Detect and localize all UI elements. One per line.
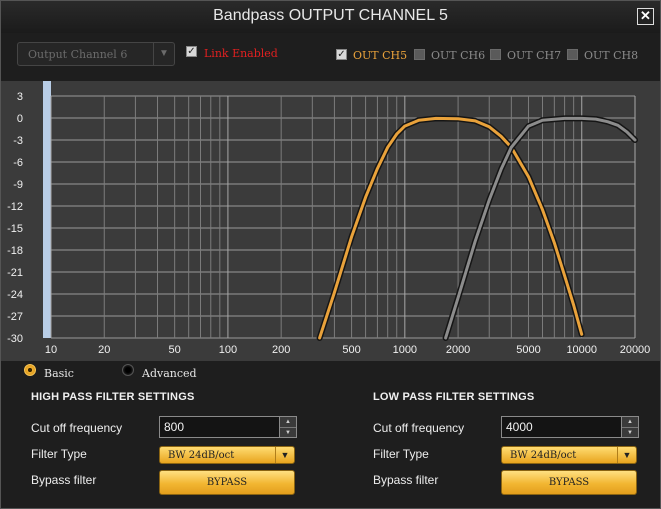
hp-filter-type-select[interactable]: BW 24dB/oct ▼ xyxy=(159,446,295,464)
y-tick-label: -21 xyxy=(7,267,23,279)
x-tick-label: 2000 xyxy=(446,344,470,356)
low-pass-heading: LOW PASS FILTER SETTINGS xyxy=(373,391,535,403)
lp-filter-type-value: BW 24dB/oct xyxy=(510,450,577,461)
y-tick-label: -9 xyxy=(13,179,23,191)
hp-filter-type-value: BW 24dB/oct xyxy=(168,450,235,461)
y-tick-label: -15 xyxy=(7,223,23,235)
out-ch7-label: OUT CH7 xyxy=(507,49,562,62)
y-tick-label: -18 xyxy=(7,245,23,257)
x-tick-label: 5000 xyxy=(516,344,540,356)
level-meter xyxy=(43,81,51,338)
lp-type-label: Filter Type xyxy=(373,447,429,461)
lp-cutoff-label: Cut off frequency xyxy=(373,421,465,435)
spin-down-icon[interactable]: ▼ xyxy=(280,428,296,438)
y-tick-label: -12 xyxy=(7,201,23,213)
x-tick-label: 50 xyxy=(169,344,181,356)
spin-up-icon[interactable]: ▲ xyxy=(280,417,296,428)
check-icon: ✓ xyxy=(187,46,196,57)
basic-label: Basic xyxy=(44,367,74,380)
out-ch5-checkbox[interactable]: ✓ xyxy=(336,49,347,60)
x-tick-label: 200 xyxy=(272,344,290,356)
link-enabled-checkbox[interactable]: ✓ xyxy=(186,46,197,57)
y-tick-label: -6 xyxy=(13,157,23,169)
y-tick-label: -30 xyxy=(7,333,23,345)
basic-radio[interactable] xyxy=(24,364,36,376)
out-ch6-label: OUT CH6 xyxy=(431,49,486,62)
check-icon: ✓ xyxy=(337,49,346,60)
hp-cutoff-stepper[interactable]: ▲ ▼ xyxy=(279,417,296,437)
lp-filter-type-select[interactable]: BW 24dB/oct ▼ xyxy=(501,446,637,464)
hp-bypass-button[interactable]: BYPASS xyxy=(159,470,295,495)
spin-down-icon[interactable]: ▼ xyxy=(622,428,638,438)
close-icon[interactable]: ✕ xyxy=(637,8,654,25)
y-tick-label: -24 xyxy=(7,289,23,301)
out-ch8-checkbox[interactable] xyxy=(567,49,578,60)
hp-cutoff-value: 800 xyxy=(164,420,185,434)
hp-cutoff-input[interactable]: 800 ▲ ▼ xyxy=(159,416,297,438)
x-tick-label: 10000 xyxy=(566,344,597,356)
out-ch5-label: OUT CH5 xyxy=(353,49,408,62)
high-pass-heading: HIGH PASS FILTER SETTINGS xyxy=(31,391,195,403)
x-tick-label: 20 xyxy=(98,344,110,356)
x-tick-label: 10 xyxy=(45,344,57,356)
out-ch8-label: OUT CH8 xyxy=(584,49,639,62)
lp-bypass-label: Bypass filter xyxy=(373,473,439,487)
chart-background xyxy=(1,81,660,361)
hp-bypass-label: Bypass filter xyxy=(31,473,97,487)
x-tick-label: 100 xyxy=(219,344,237,356)
y-tick-label: -3 xyxy=(13,135,23,147)
y-tick-label: 0 xyxy=(17,113,23,125)
x-tick-label: 500 xyxy=(342,344,360,356)
y-tick-label: 3 xyxy=(17,91,23,103)
title-bar[interactable]: Bandpass OUTPUT CHANNEL 5 ✕ xyxy=(1,1,660,33)
out-ch7-checkbox[interactable] xyxy=(490,49,501,60)
x-tick-label: 20000 xyxy=(620,344,651,356)
lp-bypass-button[interactable]: BYPASS xyxy=(501,470,637,495)
hp-type-label: Filter Type xyxy=(31,447,87,461)
spin-up-icon[interactable]: ▲ xyxy=(622,417,638,428)
out-ch6-checkbox[interactable] xyxy=(414,49,425,60)
chevron-down-icon: ▼ xyxy=(275,447,294,463)
chevron-down-icon: ▼ xyxy=(153,43,174,65)
lp-cutoff-value: 4000 xyxy=(506,420,533,434)
advanced-radio[interactable] xyxy=(122,364,134,376)
chevron-down-icon: ▼ xyxy=(617,447,636,463)
bandpass-dialog: Bandpass OUTPUT CHANNEL 5 ✕ Output Chann… xyxy=(0,0,661,509)
frequency-response-chart: 3 0 -3 -6 -9 -12 -15 -18 -21 -24 -27 -30 10 20 50 100 2… xyxy=(1,81,660,361)
y-tick-label: -27 xyxy=(7,311,23,323)
lp-cutoff-input[interactable]: 4000 ▲ ▼ xyxy=(501,416,639,438)
x-tick-label: 1000 xyxy=(393,344,417,356)
hp-cutoff-label: Cut off frequency xyxy=(31,421,123,435)
channel-select[interactable]: Output Channel 6 ▼ xyxy=(17,42,175,66)
channel-select-value: Output Channel 6 xyxy=(28,48,128,61)
lp-cutoff-stepper[interactable]: ▲ ▼ xyxy=(621,417,638,437)
advanced-label: Advanced xyxy=(142,367,197,380)
window-title: Bandpass OUTPUT CHANNEL 5 xyxy=(213,7,448,24)
link-enabled-label: Link Enabled xyxy=(204,47,278,60)
